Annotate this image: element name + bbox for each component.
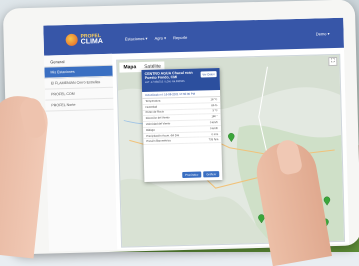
reading-row: Presión Barométrica 733 hpa — [143, 136, 222, 145]
logo-emblem-icon — [65, 33, 78, 47]
top-navbar: PROFEL CLIMA Estaciones ▾ Agro ▾ Reporte… — [43, 17, 344, 56]
app-logo[interactable]: PROFEL CLIMA — [65, 33, 103, 47]
popup-title: CENTRO AGUA Chacal roan Puesto Fondo, CM… — [144, 70, 193, 80]
sidebar-item-station-3[interactable]: PROFEL Norte — [45, 98, 114, 112]
reading-value: 733 hpa — [198, 136, 222, 144]
view-data-button[interactable]: Ver Datos — [200, 71, 217, 78]
nav-item-reporte[interactable]: Reporte — [173, 34, 187, 39]
logo-line2: CLIMA — [80, 38, 103, 46]
popup-readings-table: Temperatura 18 °C Humedad 86 % Punto de Rocí… — [142, 96, 222, 145]
nav-menu: Estaciones ▾ Agro ▾ Reporte — [125, 34, 188, 41]
forecast-button[interactable]: Pronóstico — [182, 171, 202, 179]
chart-button[interactable]: Gráficar — [203, 171, 220, 178]
popup-coordinates: LAT -17.984715 / LON -64.990535 — [144, 79, 185, 84]
fullscreen-icon[interactable]: ⛶ — [328, 56, 338, 67]
nav-item-agro[interactable]: Agro ▾ — [154, 35, 166, 40]
reading-label: Presión Barométrica — [143, 137, 199, 145]
user-menu[interactable]: Demo ▾ — [316, 31, 330, 36]
tab-mapa[interactable]: Mapa — [119, 62, 140, 73]
sidebar: General Mis Estaciones El FLAMENIAN Cerr… — [44, 53, 118, 252]
nav-item-estaciones[interactable]: Estaciones ▾ — [125, 35, 148, 41]
popup-header: CENTRO AGUA Chacal roan Puesto Fondo, CM… — [141, 67, 221, 93]
station-info-popup: CENTRO AGUA Chacal roan Puesto Fondo, CM… — [141, 67, 223, 183]
popup-footer: Pronóstico Gráficar — [182, 171, 220, 179]
